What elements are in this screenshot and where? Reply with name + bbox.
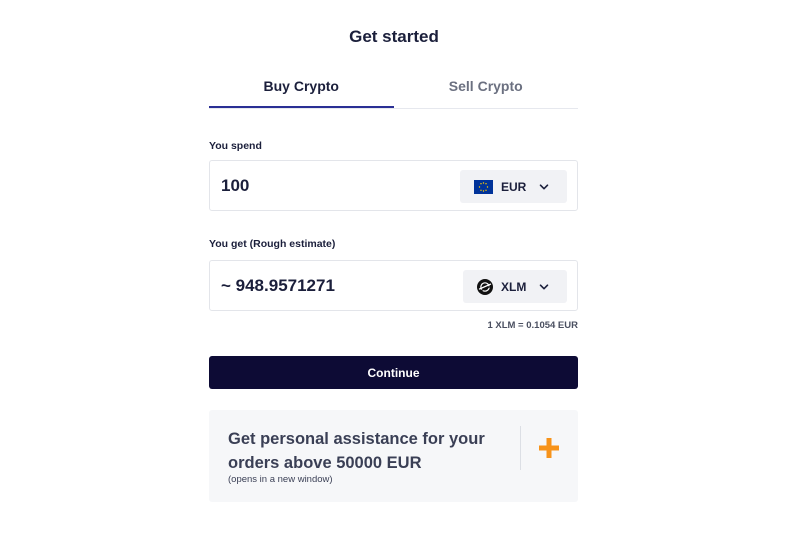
assistance-subtext: (opens in a new window) (228, 474, 333, 485)
spend-currency-select[interactable]: EUR (460, 170, 567, 203)
stellar-logo-icon (477, 278, 493, 295)
chevron-down-icon (540, 283, 549, 289)
get-field: XLM (209, 260, 578, 311)
get-currency-code: XLM (501, 279, 527, 294)
continue-button[interactable]: Continue (209, 356, 578, 389)
spend-field: EUR (209, 160, 578, 211)
tab-buy-crypto[interactable]: Buy Crypto (209, 70, 394, 108)
tab-bar: Buy Crypto Sell Crypto (209, 70, 578, 109)
get-amount-input[interactable] (221, 273, 441, 299)
spend-amount-input[interactable] (221, 173, 441, 199)
personal-assistance-link[interactable]: Get personal assistance for your orders … (209, 410, 578, 502)
get-currency-select[interactable]: XLM (463, 270, 567, 303)
spend-currency-code: EUR (501, 179, 527, 194)
eu-flag-icon (474, 179, 493, 194)
assistance-heading: Get personal assistance for your orders … (228, 430, 485, 472)
plus-icon (539, 438, 559, 458)
divider (520, 426, 521, 470)
tab-sell-crypto[interactable]: Sell Crypto (394, 70, 579, 108)
chevron-down-icon (540, 183, 549, 189)
get-label: You get (Rough estimate) (209, 238, 336, 250)
exchange-rate: 1 XLM = 0.1054 EUR (487, 320, 578, 331)
spend-label: You spend (209, 140, 262, 152)
page-title: Get started (349, 27, 439, 46)
